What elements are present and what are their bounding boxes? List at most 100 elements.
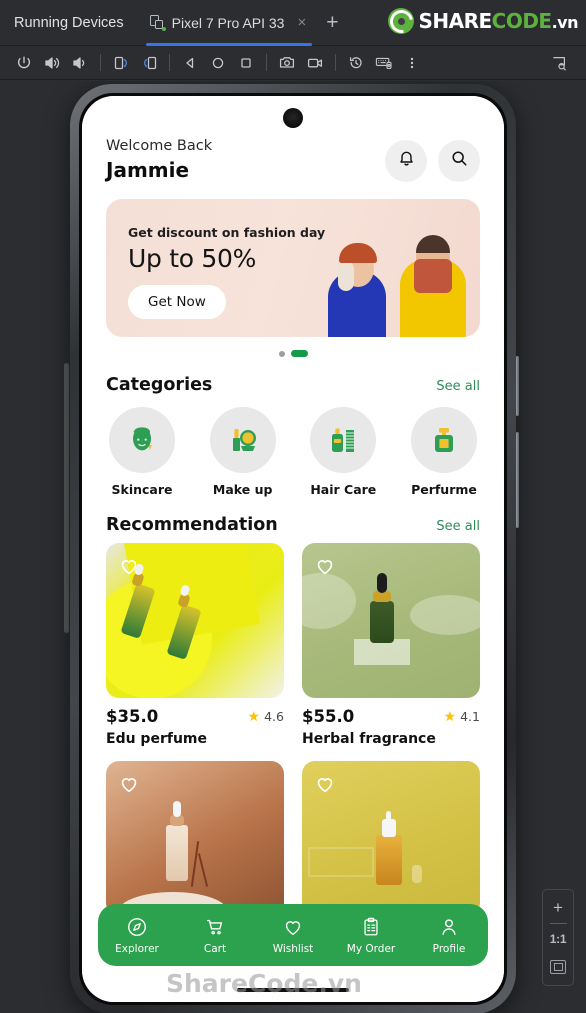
clipboard-icon (336, 915, 406, 939)
emulator-scrollbar[interactable] (64, 363, 69, 633)
product-image (106, 761, 284, 916)
product-price: $55.0 (302, 707, 355, 726)
heart-icon[interactable] (118, 773, 140, 795)
back-button[interactable] (176, 50, 204, 76)
category-item-makeup[interactable]: Make up (207, 407, 279, 497)
device-bezel: Welcome Back Jammie Get discount on fash… (79, 93, 507, 1005)
nav-item-my-order[interactable]: My Order (336, 915, 406, 955)
bottom-navigation: Explorer Cart Wishlist My Order Profile (98, 904, 488, 966)
device-screen: Welcome Back Jammie Get discount on fash… (82, 96, 504, 1002)
more-button[interactable] (398, 50, 426, 76)
product-rating: ★ 4.1 (444, 708, 480, 725)
device-power-button[interactable] (516, 356, 519, 416)
greeting-block: Welcome Back Jammie (106, 138, 212, 182)
product-meta: $55.0 ★ 4.1 (302, 707, 480, 726)
ide-window: Running Devices Pixel 7 Pro API 33 × + S… (0, 0, 586, 1013)
lipstick-powder-icon (209, 407, 276, 473)
category-item-haircare[interactable]: Hair Care (307, 407, 379, 497)
brand-share-text: SHARE (418, 9, 492, 33)
nav-item-wishlist[interactable]: Wishlist (258, 915, 328, 955)
greeting-text: Welcome Back (106, 138, 213, 154)
power-button[interactable] (10, 50, 38, 76)
rotate-left-button[interactable] (107, 50, 135, 76)
brand-code-text: CODE (491, 9, 552, 33)
compass-icon (102, 915, 172, 939)
screenshot-button[interactable] (273, 50, 301, 76)
star-icon: ★ (247, 708, 261, 724)
product-card[interactable]: $35.0 ★ 4.6 Edu perfume (106, 543, 284, 747)
keyboard-button[interactable] (370, 50, 398, 76)
rotate-right-button[interactable] (135, 50, 163, 76)
record-button[interactable] (301, 50, 329, 76)
front-camera-icon (283, 108, 303, 128)
home-button[interactable] (204, 50, 232, 76)
nav-item-profile[interactable]: Profile (414, 915, 484, 955)
history-button[interactable] (342, 50, 370, 76)
product-price: $35.0 (106, 707, 159, 726)
perfume-bottle-icon (410, 407, 477, 473)
categories-see-all-link[interactable]: See all (436, 379, 480, 394)
nav-item-cart[interactable]: Cart (180, 915, 250, 955)
person-icon (414, 915, 484, 939)
product-name: Herbal fragrance (302, 731, 436, 747)
recommendation-see-all-link[interactable]: See all (436, 519, 480, 534)
cart-icon (180, 915, 250, 939)
zoom-divider (549, 923, 567, 924)
device-tab[interactable]: Pixel 7 Pro API 33 × (142, 0, 317, 46)
heart-icon[interactable] (118, 555, 140, 577)
home-indicator[interactable] (237, 988, 349, 992)
device-frame: Welcome Back Jammie Get discount on fash… (70, 84, 519, 1013)
device-tab-label: Pixel 7 Pro API 33 (171, 14, 285, 31)
header-actions (385, 140, 480, 182)
inspect-button[interactable] (546, 50, 574, 76)
heart-icon[interactable] (314, 555, 336, 577)
close-icon[interactable]: × (297, 14, 306, 31)
device-volume-button[interactable] (516, 432, 519, 528)
toolbar-divider (335, 54, 336, 71)
shampoo-comb-icon (310, 407, 377, 473)
volume-up-button[interactable] (38, 50, 66, 76)
bell-icon (397, 149, 416, 173)
product-image (302, 761, 480, 916)
add-device-button[interactable]: + (326, 12, 338, 33)
zoom-in-button[interactable]: + (543, 895, 573, 921)
banner-text-block: Get discount on fashion day Up to 50% Ge… (106, 199, 480, 319)
nav-item-explorer[interactable]: Explorer (102, 915, 172, 955)
category-label: Make up (212, 482, 273, 497)
product-rating: ★ 4.6 (248, 708, 284, 725)
banner-pagination[interactable] (82, 350, 504, 357)
category-label: Skincare (111, 482, 173, 497)
heart-icon[interactable] (314, 773, 336, 795)
search-button[interactable] (438, 140, 480, 182)
category-item-perfume[interactable]: Perfurme (408, 407, 480, 497)
app-root: Welcome Back Jammie Get discount on fash… (82, 96, 504, 1002)
recycle-logo-icon (388, 8, 415, 34)
product-image (302, 543, 480, 698)
search-icon (450, 149, 469, 173)
fit-to-screen-button[interactable] (543, 954, 573, 980)
category-item-skincare[interactable]: Skincare (106, 407, 178, 497)
nav-label: Wishlist (272, 943, 314, 955)
banner-subtitle: Get discount on fashion day (128, 225, 326, 240)
category-label: Hair Care (310, 482, 377, 497)
product-meta: $35.0 ★ 4.6 (106, 707, 284, 726)
promo-banner[interactable]: Get discount on fashion day Up to 50% Ge… (106, 199, 480, 337)
tool-window-title: Running Devices (14, 14, 124, 31)
device-icon (149, 15, 166, 31)
pagination-dot[interactable] (278, 350, 285, 357)
actual-size-button[interactable]: 1:1 (543, 926, 573, 952)
product-grid: $35.0 ★ 4.6 Edu perfume $55.0 ★ 4.1 Herb… (82, 535, 504, 965)
overview-button[interactable] (232, 50, 260, 76)
product-card[interactable]: $55.0 ★ 4.1 Herbal fragrance (302, 543, 480, 747)
fit-to-screen-icon (550, 960, 566, 974)
toolbar-divider (100, 54, 101, 71)
rating-value: 4.1 (460, 709, 480, 724)
volume-down-button[interactable] (66, 50, 94, 76)
face-skincare-icon (109, 407, 175, 473)
get-now-button[interactable]: Get Now (128, 285, 226, 319)
emulator-toolbar (0, 46, 586, 80)
toolbar-divider (266, 54, 267, 71)
pagination-dot-active[interactable] (290, 350, 308, 357)
notification-button[interactable] (385, 140, 427, 182)
category-label: Perfurme (411, 482, 477, 497)
